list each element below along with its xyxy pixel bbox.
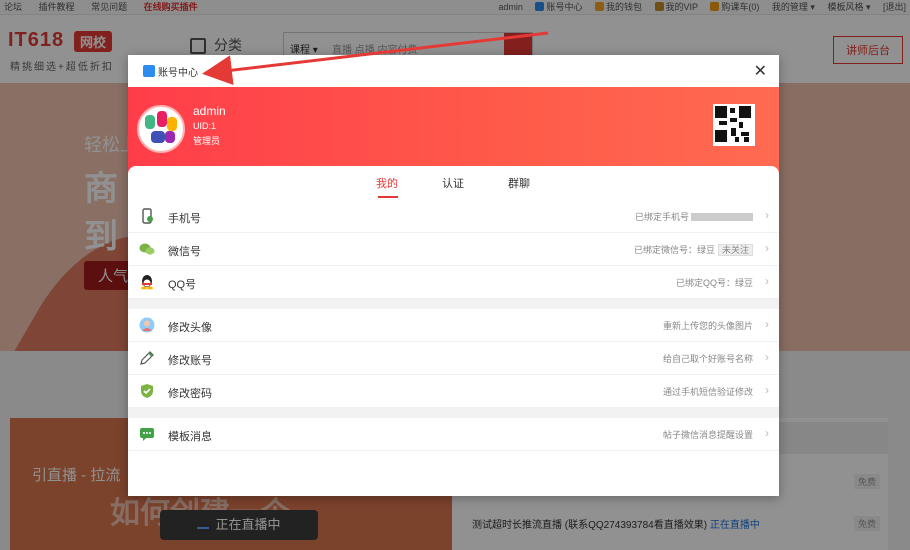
annotation-arrow-icon — [202, 31, 549, 86]
